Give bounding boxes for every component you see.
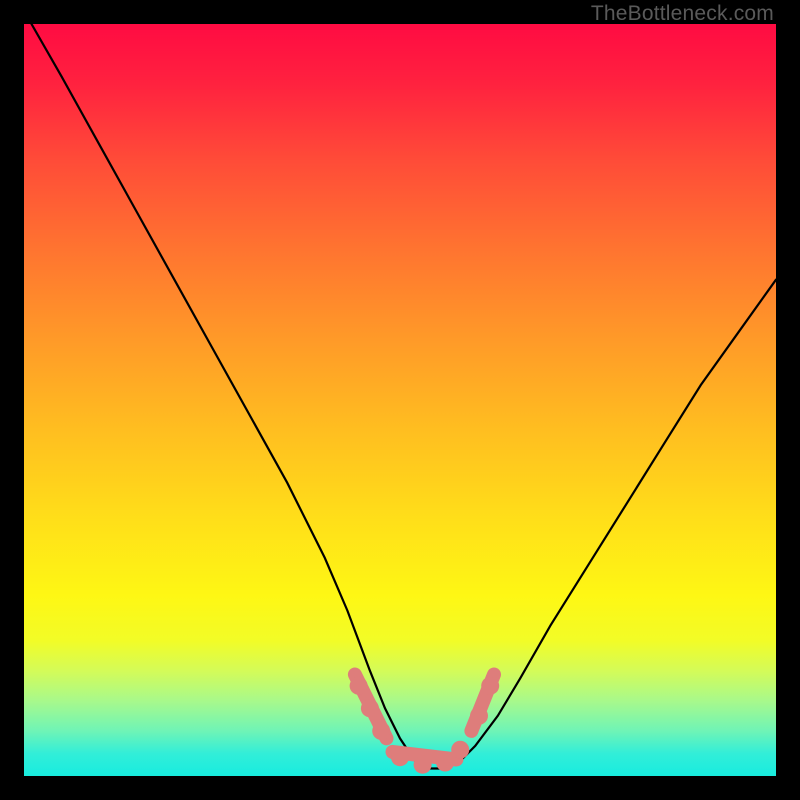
right-lower-dot	[451, 741, 469, 759]
right-mid-dot	[470, 707, 488, 725]
trough-left-dot	[391, 748, 409, 766]
attribution-text: TheBottleneck.com	[591, 2, 774, 26]
trough-right-dot	[436, 754, 454, 772]
left-lower-dot	[372, 722, 390, 740]
plot-area	[24, 24, 776, 776]
right-upper-dot	[481, 677, 499, 695]
trough-mid-dot	[414, 756, 432, 774]
curve-layer	[24, 24, 776, 776]
chart-frame: TheBottleneck.com	[0, 0, 800, 800]
bottleneck-curve	[32, 24, 777, 769]
left-upper-dot	[350, 677, 368, 695]
left-mid-dot	[361, 699, 379, 717]
